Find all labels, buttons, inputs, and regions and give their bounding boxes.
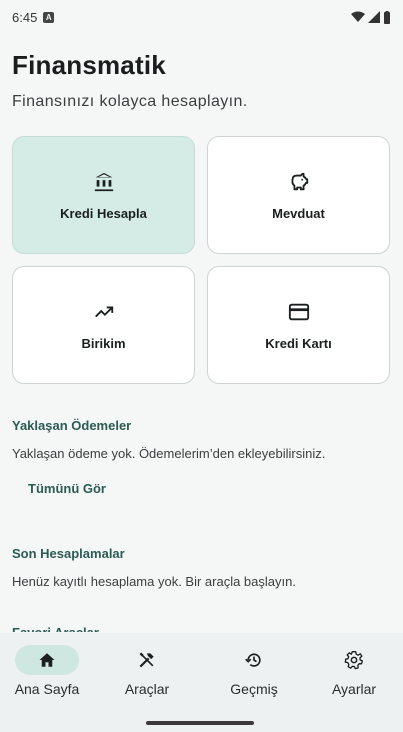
signal-icon xyxy=(368,11,380,23)
card-label: Kredi Kartı xyxy=(265,335,332,351)
nav-pill xyxy=(15,645,79,675)
card-kredi-hesapla[interactable]: Kredi Hesapla xyxy=(12,136,195,254)
home-indicator[interactable] xyxy=(146,721,254,725)
recent-empty-text: Henüz kayıtlı hesaplama yok. Bir araçla … xyxy=(12,574,296,589)
nav-label: Geçmiş xyxy=(230,681,278,697)
nav-label: Ayarlar xyxy=(331,681,377,697)
nav-pill xyxy=(322,645,386,675)
history-icon xyxy=(245,653,261,667)
card-label: Mevduat xyxy=(272,205,325,221)
nav-label: Araçlar xyxy=(124,681,170,697)
upcoming-empty-text: Yaklaşan ödeme yok. Ödemelerim’den ekley… xyxy=(12,446,326,461)
card-label: Birikim xyxy=(81,335,126,351)
nav-item-home[interactable]: Ana Sayfa xyxy=(0,645,97,705)
nav-label: Ana Sayfa xyxy=(14,681,80,697)
favorites-title: Favori Araçlar xyxy=(12,626,99,632)
nav-pill xyxy=(222,645,286,675)
recent-title: Son Hesaplamalar xyxy=(12,546,125,561)
card-mevduat[interactable]: Mevduat xyxy=(207,136,390,254)
card-label: Kredi Hesapla xyxy=(60,205,147,221)
nav-item-settings[interactable]: Ayarlar xyxy=(304,645,403,705)
trending-up-icon xyxy=(92,300,116,324)
credit-card-icon xyxy=(287,300,311,324)
tools-icon xyxy=(139,652,154,668)
card-birikim[interactable]: Birikim xyxy=(12,266,195,384)
wifi-icon xyxy=(351,11,365,22)
piggy-bank-icon xyxy=(287,170,311,194)
status-time: 6:45 xyxy=(12,9,38,25)
see-all-button[interactable]: Tümünü Gör xyxy=(28,481,106,496)
bottom-navigation: Ana Sayfa Araçlar Geçmiş Ayarlar xyxy=(0,633,403,732)
gear-icon xyxy=(344,651,363,670)
bank-icon xyxy=(92,170,116,194)
page-subtitle: Finansınızı kolayca hesaplayın. xyxy=(12,93,248,110)
nav-item-history[interactable]: Geçmiş xyxy=(204,645,304,705)
notification-icon: A xyxy=(43,11,55,23)
home-icon xyxy=(39,653,55,667)
status-bar: 6:45 A xyxy=(0,0,403,34)
status-icons xyxy=(351,10,391,24)
page-title: Finansmatik xyxy=(12,50,166,80)
nav-pill xyxy=(115,645,179,675)
upcoming-title: Yaklaşan Ödemeler xyxy=(12,418,132,433)
card-kredi-karti[interactable]: Kredi Kartı xyxy=(207,266,390,384)
nav-item-tools[interactable]: Araçlar xyxy=(97,645,197,705)
battery-icon xyxy=(384,10,390,24)
